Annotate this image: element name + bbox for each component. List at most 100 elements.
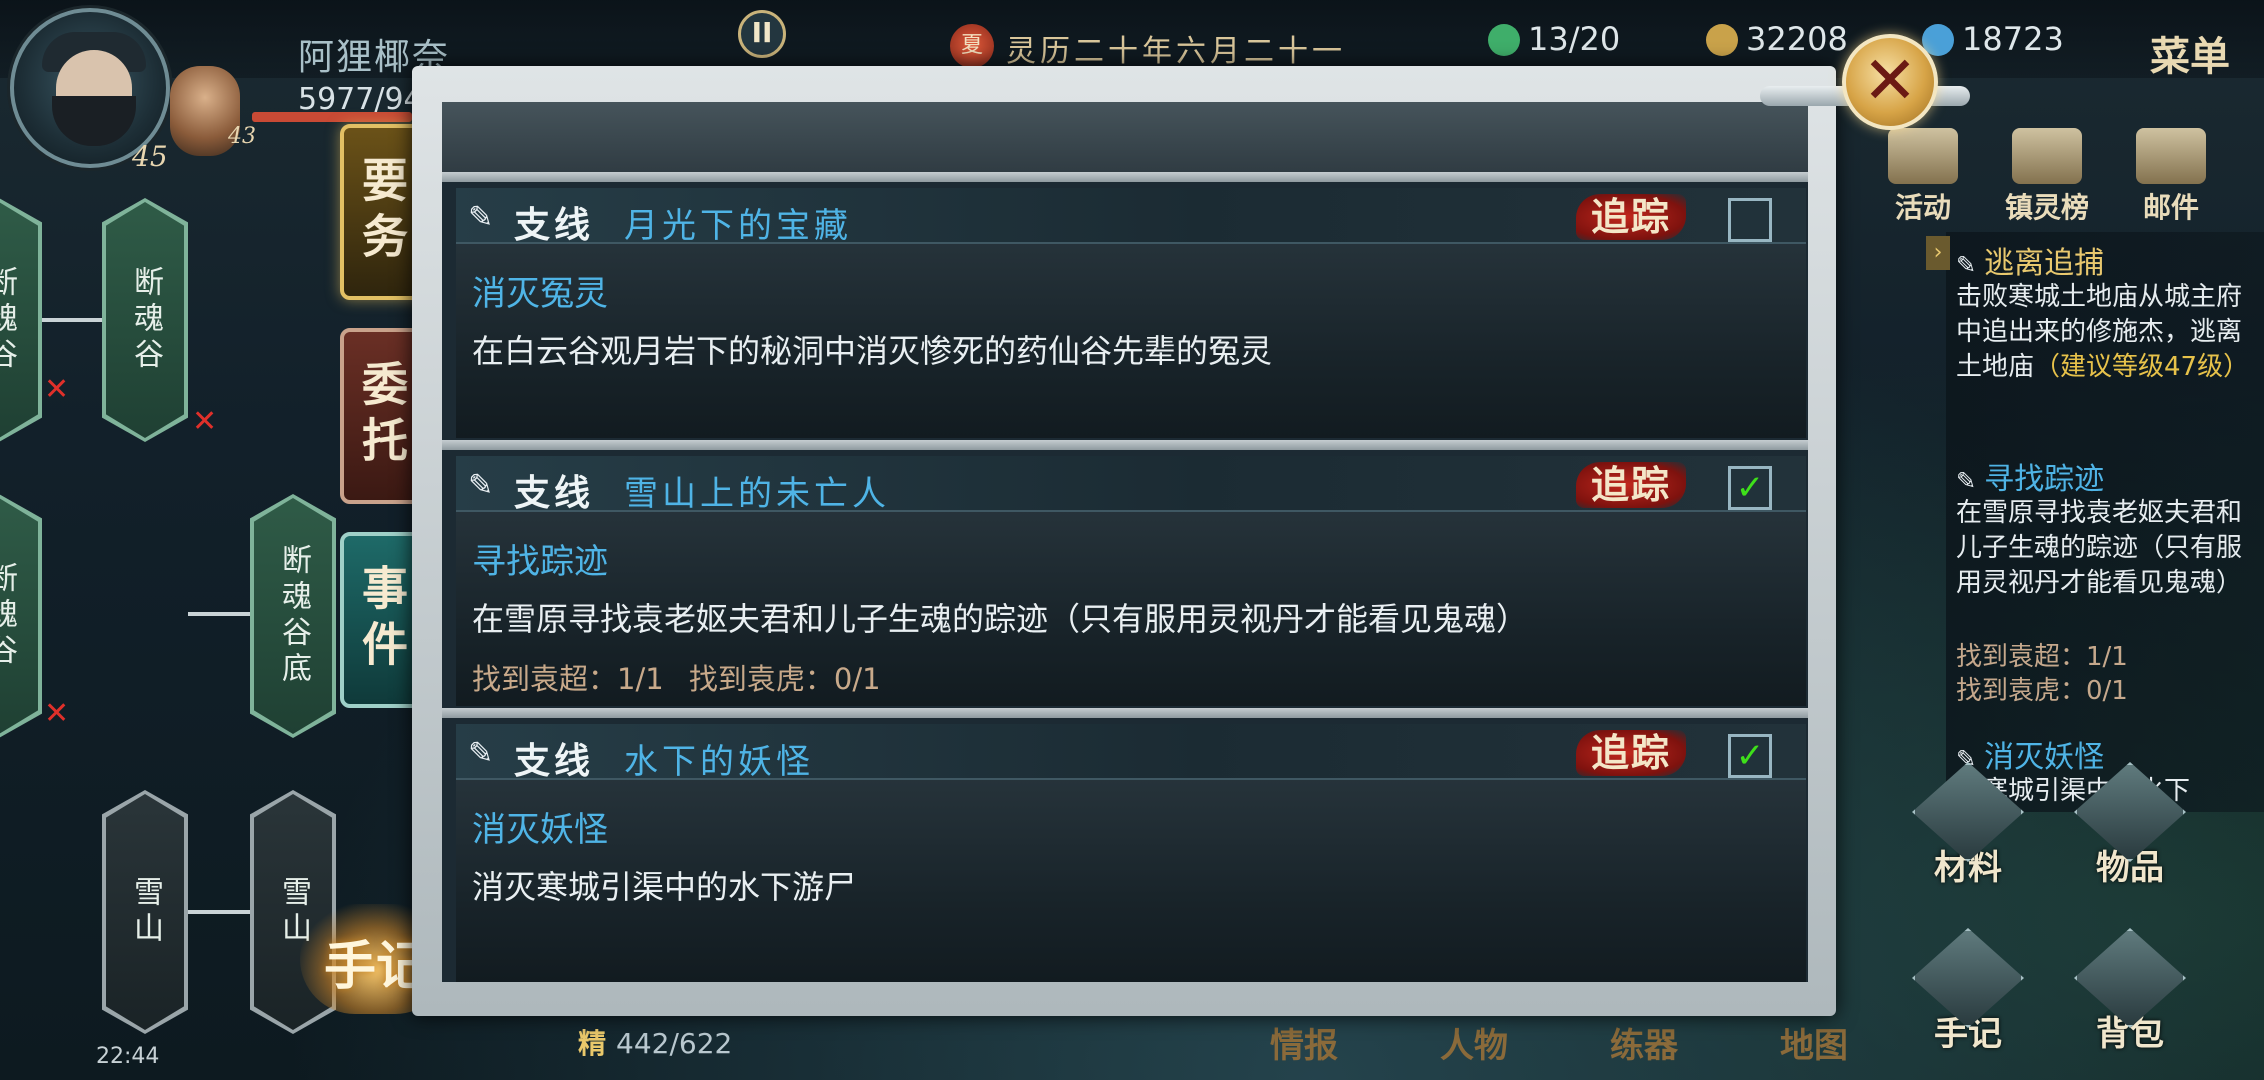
season-icon: 夏 xyxy=(950,24,994,68)
tracked-quest-title[interactable]: ✎ 逃离追捕 xyxy=(1956,238,2104,282)
quest-type: 支线 xyxy=(514,472,595,514)
quest-card[interactable]: ✎ 支线 月光下的宝藏 追踪 消灭冤灵 在白云谷观月岩下的秘洞中消灭惨死的药仙谷… xyxy=(456,188,1806,438)
game-date: 灵历二十年六月二十一 xyxy=(1006,34,1346,69)
ranking-button[interactable]: 镇灵榜 xyxy=(1992,128,2102,226)
map-node-label: 断魂谷 xyxy=(0,562,17,670)
quest-journal-panel: ✎ 支线 月光下的宝藏 追踪 消灭冤灵 在白云谷观月岩下的秘洞中消灭惨死的药仙谷… xyxy=(412,66,1836,1016)
tab-event-label: 事件 xyxy=(355,564,409,676)
track-label: 追踪 xyxy=(1590,462,1671,507)
locked-x-icon: ✕ xyxy=(192,404,218,439)
tab-important-label: 要务 xyxy=(355,156,409,268)
tracked-quest-desc: 击败寒城土地庙从城主府中追出来的修施杰，逃离土地庙（建议等级47级） xyxy=(1956,280,2256,385)
brush-icon: ✎ xyxy=(468,736,494,771)
quest-card[interactable]: ✎ 支线 水下的妖怪 追踪 ✓ 消灭妖怪 消灭寒城引渠中的水下游尸 xyxy=(456,724,1806,982)
energy-icon xyxy=(1488,24,1520,56)
recommended-level: （建议等级47级） xyxy=(2034,352,2250,382)
status-time: 22:44 xyxy=(96,1044,160,1069)
ranking-label: 镇灵榜 xyxy=(2004,191,2089,224)
map-path xyxy=(40,318,110,322)
quest-list[interactable]: ✎ 支线 月光下的宝藏 追踪 消灭冤灵 在白云谷观月岩下的秘洞中消灭惨死的药仙谷… xyxy=(442,102,1808,982)
quest-name: 月光下的宝藏 xyxy=(624,206,852,246)
mail-button[interactable]: 邮件 xyxy=(2116,128,2226,226)
backpack-button[interactable]: 背包 xyxy=(2068,928,2192,1055)
close-icon: ✕ xyxy=(1862,42,1918,119)
pause-button[interactable]: II xyxy=(738,10,786,58)
scroll-icon xyxy=(2136,128,2206,184)
locked-x-icon: ✕ xyxy=(44,696,70,731)
materials-button[interactable]: 材料 xyxy=(1906,762,2030,889)
track-label: 追踪 xyxy=(1590,194,1671,239)
stamina-readout: 精 442/622 xyxy=(578,1022,732,1062)
energy-value: 13/20 xyxy=(1528,20,1621,58)
quest-description: 在雪原寻找袁老妪夫君和儿子生魂的踪迹（只有服用灵视丹才能看见鬼魂） xyxy=(472,600,1529,638)
gift-icon xyxy=(1888,128,1958,184)
scroll-icon: ✎ xyxy=(1956,251,1977,279)
nav-forge[interactable]: 练器 xyxy=(1610,1018,1678,1067)
quest-objective: 寻找踪迹 xyxy=(472,542,608,582)
map-node-label: 断魂谷 xyxy=(128,266,163,374)
map-node[interactable]: 雪山 xyxy=(102,790,188,1034)
map-node-label: 雪山 xyxy=(128,876,163,948)
quest-description: 在白云谷观月岩下的秘洞中消灭惨死的药仙谷先辈的冤灵 xyxy=(472,332,1273,370)
quest-description: 消灭寒城引渠中的水下游尸 xyxy=(472,868,857,906)
track-checkbox-checked[interactable]: ✓ xyxy=(1728,466,1772,510)
locked-x-icon: ✕ xyxy=(44,372,70,407)
track-checkbox[interactable] xyxy=(1728,198,1772,242)
map-node-label: 断魂谷 xyxy=(0,266,17,374)
close-button[interactable]: ✕ xyxy=(1842,34,1938,130)
stamina-label: 精 xyxy=(578,1027,607,1060)
tracked-quest-title[interactable]: ✎ 寻找踪迹 xyxy=(1956,454,2104,498)
tracked-quest-desc: 在雪原寻找袁老妪夫君和儿子生魂的踪迹（只有服用灵视丹才能看见鬼魂） xyxy=(1956,498,2243,598)
nav-characters[interactable]: 人物 xyxy=(1440,1018,1508,1067)
tracked-quest-title-text: 逃离追捕 xyxy=(1984,246,2105,281)
list-top-strip xyxy=(442,102,1808,172)
track-checkbox-checked[interactable]: ✓ xyxy=(1728,734,1772,778)
tracked-quest-title-text: 寻找踪迹 xyxy=(1984,462,2105,497)
companion-level: 43 xyxy=(228,124,256,149)
quest-objective: 消灭妖怪 xyxy=(472,810,608,850)
brush-icon: ✎ xyxy=(468,468,494,503)
pagoda-icon xyxy=(2012,128,2082,184)
track-badge[interactable]: 追踪 xyxy=(1576,730,1686,776)
nav-map[interactable]: 地图 xyxy=(1780,1018,1848,1067)
stamina-value: 442/622 xyxy=(616,1027,733,1060)
tab-commission-label: 委托 xyxy=(355,360,409,472)
quest-tracker: › ✎ 逃离追捕 击败寒城土地庙从城主府中追出来的修施杰，逃离土地庙（建议等级47… xyxy=(1926,232,2264,812)
map-node-label: 断魂谷底 xyxy=(276,544,311,688)
map-node[interactable]: 断魂谷 xyxy=(0,494,42,738)
season-icon-label: 夏 xyxy=(960,33,983,58)
coins-value: 32208 xyxy=(1746,20,1848,58)
map-path xyxy=(188,910,258,914)
player-level: 45 xyxy=(132,140,168,173)
brush-icon: ✎ xyxy=(468,200,494,235)
track-badge[interactable]: 追踪 xyxy=(1576,194,1686,240)
hp-bar xyxy=(252,112,412,122)
quest-progress: 找到袁超：1/1 找到袁虎：0/1 xyxy=(472,662,881,696)
brush-icon: ✎ xyxy=(1956,467,1977,495)
activity-button[interactable]: 活动 xyxy=(1868,128,1978,226)
activity-label: 活动 xyxy=(1894,191,1951,224)
mail-label: 邮件 xyxy=(2142,191,2199,224)
resource-energy: 13/20 xyxy=(1488,20,1620,58)
quest-card[interactable]: ✎ 支线 雪山上的未亡人 追踪 ✓ 寻找踪迹 在雪原寻找袁老妪夫君和儿子生魂的踪… xyxy=(456,456,1806,706)
map-node[interactable]: 断魂谷 xyxy=(102,198,188,442)
items-button[interactable]: 物品 xyxy=(2068,762,2192,889)
map-node[interactable]: 断魂谷底 xyxy=(250,494,336,738)
collapse-arrow-icon[interactable]: › xyxy=(1926,236,1950,270)
resource-coins: 32208 xyxy=(1706,20,1848,58)
quest-progress: 找到袁超：1/1 xyxy=(1956,642,2128,672)
track-badge[interactable]: 追踪 xyxy=(1576,462,1686,508)
quest-progress: 找到袁虎：0/1 xyxy=(1956,676,2128,706)
coin-icon xyxy=(1706,24,1738,56)
gems-value: 18723 xyxy=(1962,20,2064,58)
journal-button[interactable]: 手记 xyxy=(1906,928,2030,1055)
divider xyxy=(442,440,1808,450)
avatar-mask xyxy=(52,96,136,146)
map-node[interactable]: 断魂谷 xyxy=(0,198,42,442)
resource-gems: 18723 xyxy=(1922,20,2064,58)
divider xyxy=(442,172,1808,182)
nav-intel[interactable]: 情报 xyxy=(1270,1018,1338,1067)
divider xyxy=(442,708,1808,718)
quest-objective: 消灭冤灵 xyxy=(472,274,608,314)
menu-button[interactable]: 菜单 xyxy=(2150,24,2230,82)
